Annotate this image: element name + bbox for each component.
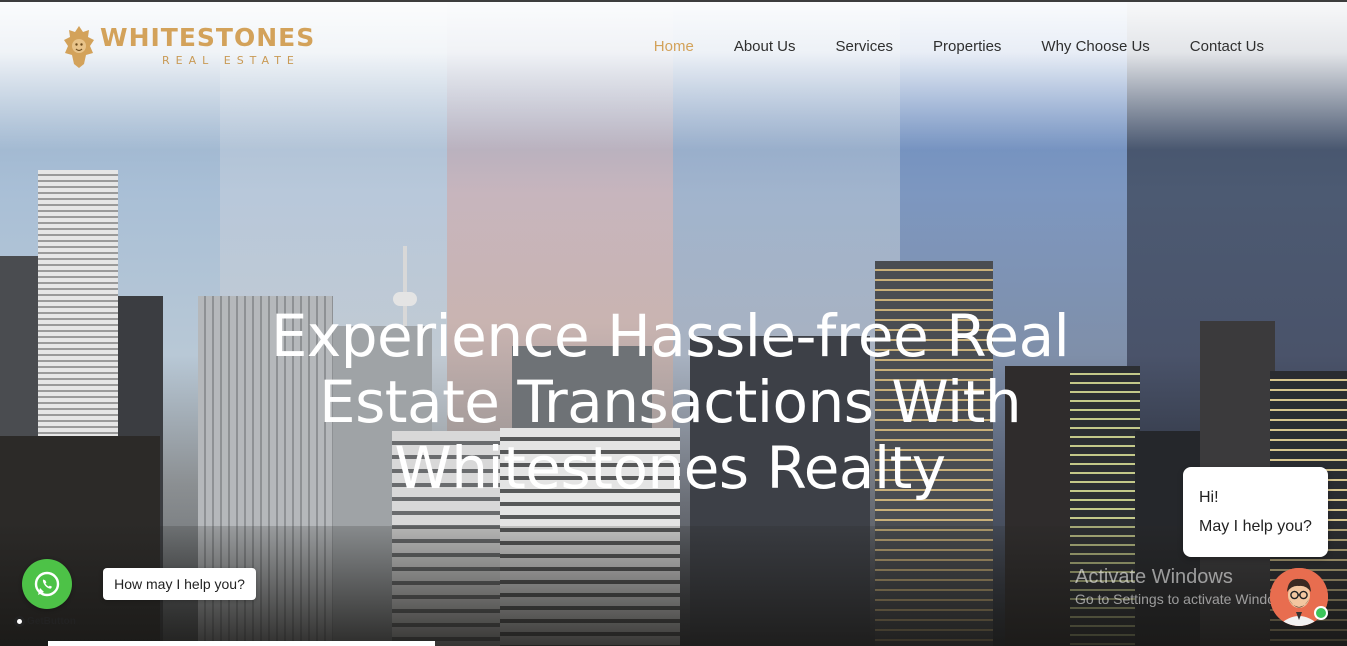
getbutton-label: GetButton (27, 616, 76, 627)
watermark-title: Activate Windows (1075, 566, 1233, 588)
nav-item-properties[interactable]: Properties (933, 37, 1001, 57)
online-status-dot (1314, 606, 1328, 620)
windows-activation-watermark: Activate Windows Go to Settings to activ… (1075, 565, 1296, 609)
watermark-subtitle: Go to Settings to activate Windows. (1075, 591, 1296, 607)
nav-item-home[interactable]: Home (654, 37, 694, 57)
brand-name: WHITESTONES (100, 23, 316, 52)
whatsapp-icon (34, 571, 60, 597)
getbutton-icon (14, 616, 25, 627)
whatsapp-button[interactable] (22, 559, 72, 609)
nav-item-why-choose-us[interactable]: Why Choose Us (1041, 37, 1149, 57)
top-border (0, 0, 1347, 2)
nav-item-services[interactable]: Services (836, 37, 894, 57)
main-nav: Home About Us Services Properties Why Ch… (654, 37, 1264, 57)
site-logo[interactable]: WHITESTONES REAL ESTATE (62, 22, 372, 72)
brand-tagline: REAL ESTATE (162, 54, 300, 67)
nav-item-about-us[interactable]: About Us (734, 37, 796, 57)
whatsapp-prompt-bubble[interactable]: How may I help you? (103, 568, 256, 600)
bottom-scroll-indicator (48, 641, 435, 646)
chat-greeting: Hi! (1199, 489, 1219, 506)
chat-greeting-bubble[interactable]: Hi! May I help you? (1183, 467, 1328, 557)
nav-item-contact-us[interactable]: Contact Us (1190, 37, 1264, 57)
lion-icon (64, 26, 94, 68)
chat-prompt: May I help you? (1199, 518, 1312, 535)
hero-headline: Experience Hassle-free Real Estate Trans… (270, 302, 1070, 502)
getbutton-branding[interactable]: GetButton (14, 616, 76, 627)
